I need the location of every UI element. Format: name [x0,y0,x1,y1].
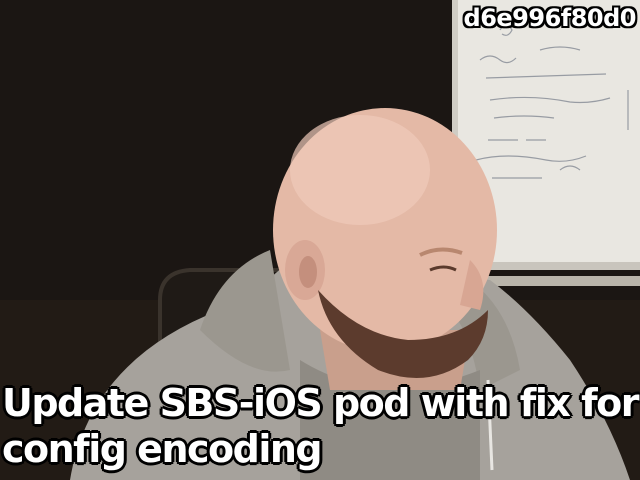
commit-id-overlay: d6e996f80d0 [463,4,637,32]
head-highlight [290,115,430,225]
ear-inner [299,256,317,288]
webcam-frame: d6e996f80d0 Update SBS-iOS pod with fix … [0,0,640,480]
commit-message-caption: Update SBS-iOS pod with fix for config e… [2,381,639,471]
